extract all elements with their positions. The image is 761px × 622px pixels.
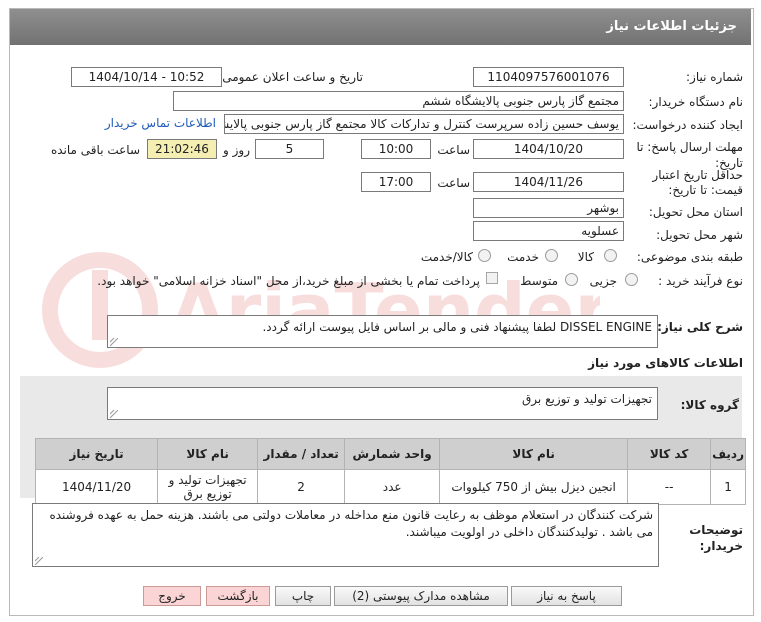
panel-title: جزئیات اطلاعات نیاز xyxy=(606,19,737,34)
deadline-time-label: ساعت xyxy=(437,143,470,157)
creator-label: ایجاد کننده درخواست: xyxy=(632,118,743,132)
treasury-note: پرداخت تمام یا بخشی از مبلغ خرید،از محل … xyxy=(97,274,480,288)
table-header-row: ردیف کد کالا نام کالا واحد شمارش تعداد /… xyxy=(34,438,746,470)
need-number-field: 1104097576001076 xyxy=(473,67,624,87)
items-table: ردیف کد کالا نام کالا واحد شمارش تعداد /… xyxy=(34,438,746,505)
goods-section-title: اطلاعات کالاهای مورد نیاز xyxy=(588,356,743,370)
validity-date-field: 1404/11/26 xyxy=(473,172,624,192)
remaining-label: ساعت باقی مانده xyxy=(50,143,140,157)
cell-group: تجهیزات تولید و توزیع برق xyxy=(157,469,259,505)
cell-name: انجین دیزل بیش از 750 کیلووات xyxy=(439,469,629,505)
validity-label: حداقل تاریخ اعتبار xyxy=(652,168,743,182)
panel-header: جزئیات اطلاعات نیاز xyxy=(10,9,751,45)
buyer-notes-label: توضیحات xyxy=(689,523,743,537)
category-mixed-radio[interactable] xyxy=(478,249,491,262)
creator-field: یوسف حسین زاده سرپرست کنترل و تدارکات کا… xyxy=(224,114,624,134)
city-field: عسلویه xyxy=(473,221,624,241)
validity-label-2: قیمت: تا تاریخ: xyxy=(668,183,743,197)
process-medium-label: متوسط xyxy=(520,274,558,288)
buyer-notes-label-2: خریدار: xyxy=(699,539,743,553)
announce-date-label: تاریخ و ساعت اعلان عمومی: xyxy=(218,70,363,84)
category-label: طبقه بندی موضوعی: xyxy=(636,250,743,264)
province-field: بوشهر xyxy=(473,198,624,218)
validity-time-field: 17:00 xyxy=(361,172,431,192)
resize-grip-icon xyxy=(35,557,43,565)
cell-unit: عدد xyxy=(344,469,441,505)
province-label: استان محل تحویل: xyxy=(648,205,743,219)
cell-qty: 2 xyxy=(257,469,346,505)
category-goods-label: کالا xyxy=(577,250,594,264)
validity-time-label: ساعت xyxy=(437,176,470,190)
process-medium-radio[interactable] xyxy=(565,273,578,286)
col-qty: تعداد / مقدار xyxy=(257,438,346,470)
buyer-notes-text: شرکت کنندگان در استعلام موظف به رعایت قا… xyxy=(49,508,653,539)
attachments-button[interactable]: مشاهده مدارک پیوستی (2) xyxy=(334,586,508,606)
category-goods-radio[interactable] xyxy=(604,249,617,262)
col-code: کد کالا xyxy=(627,438,712,470)
description-textarea: DISSEL ENGINE لطفا پیشنهاد فنی و مالی بر… xyxy=(107,315,658,348)
resize-grip-icon xyxy=(110,338,118,346)
process-type-label: نوع فرآیند خرید : xyxy=(658,274,743,288)
description-text: DISSEL ENGINE لطفا پیشنهاد فنی و مالی بر… xyxy=(262,320,652,334)
cell-date: 1404/11/20 xyxy=(34,469,159,505)
need-number-label: شماره نیاز: xyxy=(686,70,743,84)
announce-date-field: 1404/10/14 - 10:52 xyxy=(71,67,222,87)
contact-info-link[interactable]: اطلاعات تماس خریدار xyxy=(105,116,216,130)
buyer-notes-textarea: شرکت کنندگان در استعلام موظف به رعایت قا… xyxy=(32,503,659,567)
deadline-date-field: 1404/10/20 xyxy=(473,139,624,159)
description-label: شرح کلی نیاز: xyxy=(657,320,743,334)
col-date: تاریخ نیاز xyxy=(34,438,159,470)
col-row: ردیف xyxy=(710,438,746,470)
treasury-checkbox[interactable] xyxy=(486,272,498,284)
remaining-time-field: 21:02:46 xyxy=(147,139,217,159)
print-button[interactable]: چاپ xyxy=(275,586,331,606)
exit-button[interactable]: خروج xyxy=(143,586,201,606)
back-button[interactable]: بازگشت xyxy=(206,586,270,606)
category-service-radio[interactable] xyxy=(545,249,558,262)
respond-button[interactable]: پاسخ به نیاز xyxy=(511,586,622,606)
process-minor-radio[interactable] xyxy=(625,273,638,286)
deadline-label: مهلت ارسال پاسخ: تا xyxy=(636,140,743,154)
col-group: نام کالا xyxy=(157,438,259,470)
col-unit: واحد شمارش xyxy=(344,438,441,470)
goods-group-text: تجهیزات تولید و توزیع برق xyxy=(522,392,652,406)
buyer-label: نام دستگاه خریدار: xyxy=(648,95,744,109)
buyer-field: مجتمع گاز پارس جنوبی پالایشگاه ششم xyxy=(173,91,624,111)
cell-code: -- xyxy=(627,469,712,505)
deadline-time-field: 10:00 xyxy=(361,139,431,159)
city-label: شهر محل تحویل: xyxy=(656,228,743,242)
goods-group-textarea: تجهیزات تولید و توزیع برق xyxy=(107,387,658,420)
process-minor-label: جزیی xyxy=(589,274,617,288)
goods-group-label: گروه کالا: xyxy=(680,398,739,412)
category-mixed-label: کالا/خدمت xyxy=(420,250,473,264)
cell-row: 1 xyxy=(710,469,746,505)
days-remaining-field: 5 xyxy=(255,139,324,159)
table-row: 1 -- انجین دیزل بیش از 750 کیلووات عدد 2… xyxy=(34,469,746,505)
days-label: روز و xyxy=(223,143,250,157)
resize-grip-icon xyxy=(110,410,118,418)
col-name: نام کالا xyxy=(439,438,629,470)
category-service-label: خدمت xyxy=(507,250,539,264)
